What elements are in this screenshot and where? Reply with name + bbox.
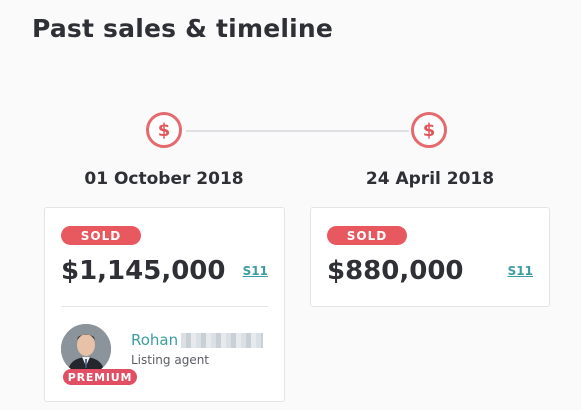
sale-price: $880,000 — [327, 256, 464, 286]
source-link[interactable]: S11 — [243, 264, 268, 278]
agent-name-link[interactable]: Rohan — [131, 331, 178, 349]
status-badge: SOLD — [61, 226, 141, 245]
divider — [61, 306, 268, 307]
dollar-icon: $ — [146, 112, 182, 148]
sale-card: SOLD $880,000 S11 — [310, 207, 550, 307]
page-title: Past sales & timeline — [32, 14, 334, 43]
status-badge: SOLD — [327, 226, 407, 245]
premium-badge: PREMIUM — [63, 369, 137, 385]
dollar-symbol: $ — [157, 119, 171, 141]
sale-card: SOLD $1,145,000 S11 PREMIUM Rohan Listin… — [44, 207, 285, 402]
dollar-symbol: $ — [422, 119, 436, 141]
agent-avatar[interactable] — [61, 324, 111, 374]
agent-last-name-redacted — [181, 333, 263, 348]
timeline-connector — [186, 130, 409, 132]
source-link[interactable]: S11 — [508, 264, 533, 278]
sale-price: $1,145,000 — [61, 256, 226, 286]
sale-date: 24 April 2018 — [365, 169, 495, 189]
sale-date: 01 October 2018 — [84, 169, 244, 189]
agent-role: Listing agent — [131, 353, 210, 367]
dollar-icon: $ — [411, 112, 447, 148]
